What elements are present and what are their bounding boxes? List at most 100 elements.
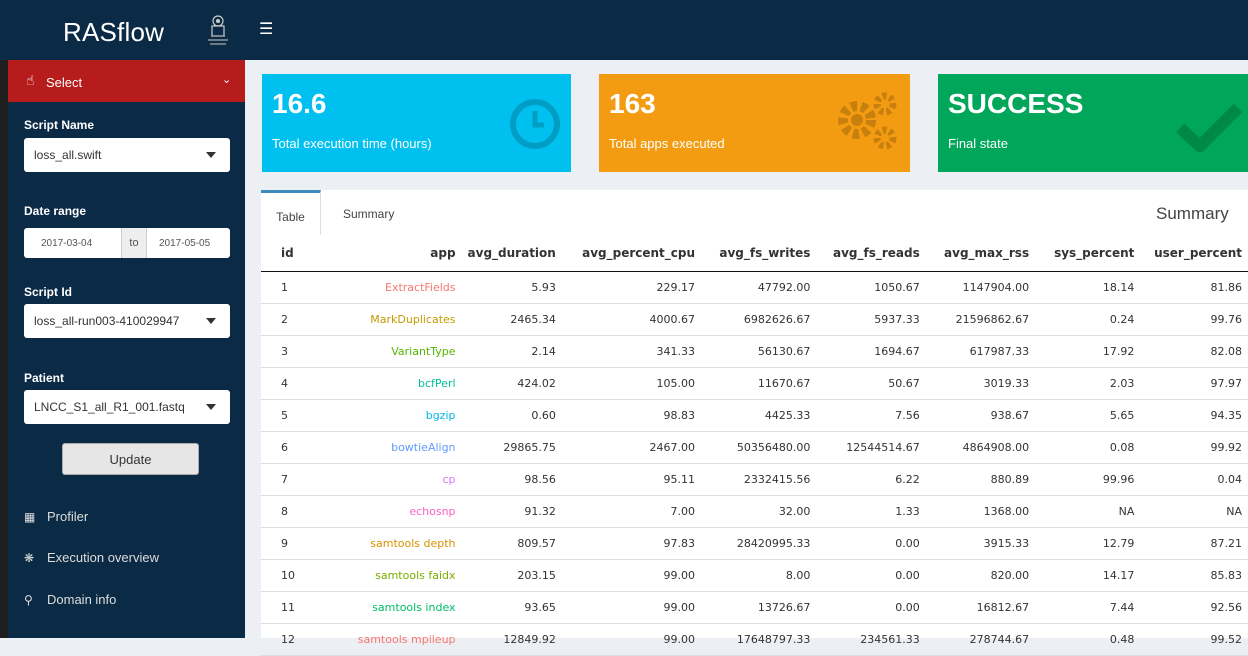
cell-avg-percent-cpu: 2467.00 xyxy=(561,431,702,464)
cell-id: 9 xyxy=(261,527,315,560)
patient-value: LNCC_S1_all_R1_001.fastq xyxy=(34,400,185,414)
hamburger-icon[interactable]: ☰ xyxy=(259,22,273,38)
cell-avg-duration: 809.57 xyxy=(461,527,562,560)
column-header-avg-percent-cpu[interactable]: avg_percent_cpu xyxy=(561,235,702,272)
cell-avg-duration: 93.65 xyxy=(461,591,562,624)
logo: RASflow xyxy=(8,0,238,60)
script-id-value: loss_all-run003-410029947 xyxy=(34,314,180,328)
cell-user-percent: 99.76 xyxy=(1140,303,1248,336)
top-navbar: RASflow ☰ xyxy=(0,0,1248,60)
tab-summary[interactable]: Summary xyxy=(343,190,394,235)
cell-avg-max-rss: 1368.00 xyxy=(925,495,1036,528)
table-row: 7 cp 98.56 95.11 2332415.56 6.22 880.89 99.96 0.… xyxy=(261,463,1248,496)
cell-user-percent: 81.86 xyxy=(1140,271,1248,304)
app-title: RASflow xyxy=(63,17,165,47)
cell-avg-fs-writes: 47792.00 xyxy=(701,271,817,304)
column-header-app[interactable]: app xyxy=(314,235,462,272)
tab-panel: Table Summary Summary id app avg_duratio… xyxy=(261,190,1248,656)
table-row: 8 echosnp 91.32 7.00 32.00 1.33 1368.00 NA NA xyxy=(261,495,1248,528)
sidebar-item-domain-info[interactable]: ⚲ Domain info xyxy=(24,592,116,607)
column-header-avg-max-rss[interactable]: avg_max_rss xyxy=(925,235,1036,272)
cell-app: cp xyxy=(314,463,462,496)
column-header-sys-percent[interactable]: sys_percent xyxy=(1035,235,1141,272)
cell-avg-fs-reads: 1.33 xyxy=(816,495,926,528)
date-range-input: 2017-03-04 to 2017-05-05 xyxy=(24,228,230,258)
cell-avg-duration: 2.14 xyxy=(461,335,562,368)
cell-avg-percent-cpu: 105.00 xyxy=(561,367,702,400)
cell-id: 7 xyxy=(261,463,315,496)
cell-app: echosnp xyxy=(314,495,462,528)
apps-executed-label: Total apps executed xyxy=(609,136,725,151)
table-header-row: id app avg_duration avg_percent_cpu avg_… xyxy=(261,235,1248,272)
cell-avg-duration: 12849.92 xyxy=(461,623,562,656)
cell-avg-fs-writes: 56130.67 xyxy=(701,335,817,368)
cell-id: 12 xyxy=(261,623,315,656)
cell-avg-fs-reads: 0.00 xyxy=(816,591,926,624)
cell-avg-fs-reads: 0.00 xyxy=(816,559,926,592)
cell-sys-percent: 5.65 xyxy=(1035,399,1141,432)
cell-app: samtools index xyxy=(314,591,462,624)
sidebar-item-execution-overview[interactable]: ❋ Execution overview xyxy=(24,550,159,565)
cell-avg-percent-cpu: 99.00 xyxy=(561,623,702,656)
cell-avg-max-rss: 21596862.67 xyxy=(925,303,1036,336)
sidebar-item-profiler[interactable]: ▦ Profiler xyxy=(24,509,88,524)
cell-app: MarkDuplicates xyxy=(314,303,462,336)
caret-down-icon xyxy=(206,404,216,410)
table-row: 12 samtools mpileup 12849.92 99.00 17648797.… xyxy=(261,623,1248,656)
hand-pointer-icon: ☝ xyxy=(26,72,35,88)
cell-user-percent: 85.83 xyxy=(1140,559,1248,592)
script-id-select[interactable]: loss_all-run003-410029947 xyxy=(24,304,230,338)
cell-avg-fs-writes: 6982626.67 xyxy=(701,303,817,336)
tab-table[interactable]: Table xyxy=(261,190,321,235)
table-row: 5 bgzip 0.60 98.83 4425.33 7.56 938.67 5.65 94.3… xyxy=(261,399,1248,432)
cell-user-percent: 94.35 xyxy=(1140,399,1248,432)
table-row: 11 samtools index 93.65 99.00 13726.67 0.00 16… xyxy=(261,591,1248,624)
chevron-down-icon: ⌄ xyxy=(222,74,232,86)
spinner-icon: ❋ xyxy=(24,551,35,565)
cell-user-percent: 87.21 xyxy=(1140,527,1248,560)
cell-avg-fs-reads: 234561.33 xyxy=(816,623,926,656)
cell-sys-percent: 7.44 xyxy=(1035,591,1141,624)
cell-avg-percent-cpu: 229.17 xyxy=(561,271,702,304)
date-range-label: Date range xyxy=(24,204,87,218)
column-header-user-percent[interactable]: user_percent xyxy=(1140,235,1248,272)
select-menu-header[interactable]: ☝ Select ⌄ xyxy=(8,60,245,102)
sidebar: ☝ Select ⌄ Script Name loss_all.swift Da… xyxy=(8,60,245,638)
cell-id: 4 xyxy=(261,367,315,400)
check-icon xyxy=(1176,103,1242,152)
update-button[interactable]: Update xyxy=(62,443,199,475)
cell-avg-duration: 98.56 xyxy=(461,463,562,496)
date-start-input[interactable]: 2017-03-04 xyxy=(41,238,92,249)
cell-avg-max-rss: 3915.33 xyxy=(925,527,1036,560)
cell-avg-max-rss: 820.00 xyxy=(925,559,1036,592)
script-name-value: loss_all.swift xyxy=(34,148,102,162)
table-row: 4 bcfPerl 424.02 105.00 11670.67 50.67 3019.33… xyxy=(261,367,1248,400)
cell-avg-fs-writes: 32.00 xyxy=(701,495,817,528)
table-body: 1 ExtractFields 5.93 229.17 47792.00 1050.67 1… xyxy=(261,271,1248,656)
script-name-select[interactable]: loss_all.swift xyxy=(24,138,230,172)
cell-app: samtools depth xyxy=(314,527,462,560)
script-name-label: Script Name xyxy=(24,118,95,132)
patient-select[interactable]: LNCC_S1_all_R1_001.fastq xyxy=(24,390,230,424)
column-header-avg-fs-reads[interactable]: avg_fs_reads xyxy=(816,235,926,272)
cell-sys-percent: 17.92 xyxy=(1035,335,1141,368)
column-header-avg-duration[interactable]: avg_duration xyxy=(461,235,562,272)
cell-avg-fs-reads: 7.56 xyxy=(816,399,926,432)
cell-avg-fs-writes: 8.00 xyxy=(701,559,817,592)
table-row: 10 samtools faidx 203.15 99.00 8.00 0.00 820.0… xyxy=(261,559,1248,592)
cell-app: ExtractFields xyxy=(314,271,462,304)
cell-user-percent: 97.97 xyxy=(1140,367,1248,400)
cell-sys-percent: 18.14 xyxy=(1035,271,1141,304)
table-row: 9 samtools depth 809.57 97.83 28420995.33 0.0… xyxy=(261,527,1248,560)
cell-app: bgzip xyxy=(314,399,462,432)
caret-down-icon xyxy=(206,152,216,158)
execution-time-value: 16.6 xyxy=(272,88,327,119)
cell-avg-fs-writes: 28420995.33 xyxy=(701,527,817,560)
execution-time-label: Total execution time (hours) xyxy=(272,136,432,151)
caret-down-icon xyxy=(206,318,216,324)
cell-avg-percent-cpu: 4000.67 xyxy=(561,303,702,336)
column-header-id[interactable]: id xyxy=(261,235,315,272)
column-header-avg-fs-writes[interactable]: avg_fs_writes xyxy=(701,235,817,272)
cell-sys-percent: 0.24 xyxy=(1035,303,1141,336)
date-end-input[interactable]: 2017-05-05 xyxy=(159,238,210,249)
